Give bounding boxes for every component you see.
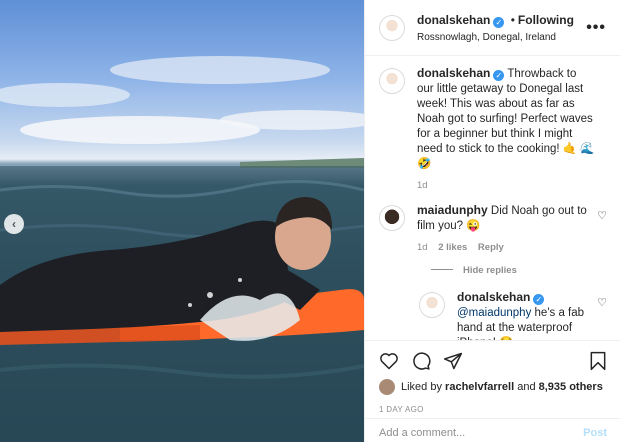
- comment-input[interactable]: [379, 426, 584, 439]
- caption-text: Throwback to our little getaway to Doneg…: [417, 68, 595, 170]
- post-media[interactable]: ‹: [0, 0, 364, 442]
- bookmark-icon[interactable]: [589, 351, 607, 371]
- reply-username[interactable]: donalskehan: [457, 290, 530, 304]
- caption: donalskehan ✓ Throwback to our little get…: [379, 66, 607, 193]
- liker-username[interactable]: rachelvfarrell: [445, 381, 514, 393]
- liker-avatar[interactable]: [379, 379, 395, 395]
- like-comment-heart-icon[interactable]: ♡: [597, 209, 607, 222]
- comment-icon[interactable]: [411, 351, 431, 371]
- post-button[interactable]: Post: [583, 427, 607, 439]
- post-header: donalskehan ✓ • Following Rossnowlagh, Don…: [365, 0, 620, 56]
- likes-and: and: [514, 381, 539, 393]
- post-sidebar: donalskehan ✓ • Following Rossnowlagh, Don…: [364, 0, 620, 442]
- verified-icon: ✓: [493, 16, 505, 28]
- comment-likes[interactable]: 2 likes: [438, 242, 467, 253]
- share-icon[interactable]: [443, 351, 463, 371]
- following-button[interactable]: Following: [518, 13, 574, 27]
- avatar[interactable]: [419, 292, 445, 318]
- caption-time[interactable]: 1d: [417, 180, 428, 191]
- like-comment-heart-icon[interactable]: ♡: [597, 296, 607, 309]
- avatar[interactable]: [379, 14, 405, 41]
- post-timestamp[interactable]: 1 DAY AGO: [379, 405, 607, 414]
- verified-icon: ✓: [533, 294, 545, 305]
- more-options-icon[interactable]: •••: [586, 19, 606, 37]
- reply-button[interactable]: Reply: [478, 242, 504, 253]
- header-username[interactable]: donalskehan: [417, 13, 490, 27]
- separator: •: [510, 12, 515, 27]
- location-link[interactable]: Rossnowlagh, Donegal, Ireland: [417, 32, 586, 43]
- hide-replies-button[interactable]: Hide replies: [431, 265, 607, 276]
- divider: [431, 269, 453, 270]
- avatar[interactable]: [379, 68, 405, 94]
- comments-list[interactable]: donalskehan ✓ Throwback to our little get…: [365, 56, 620, 340]
- add-comment-bar: Post: [365, 418, 620, 442]
- reply-mention[interactable]: @maiadunphy: [457, 307, 531, 319]
- comment-username[interactable]: maiadunphy: [417, 203, 488, 217]
- likes-prefix: Liked by: [401, 381, 442, 393]
- comment-time[interactable]: 1d: [417, 242, 428, 253]
- verified-icon: ✓: [493, 70, 505, 81]
- avatar[interactable]: [379, 205, 405, 231]
- likes-count[interactable]: 8,935 others: [539, 381, 603, 393]
- reply-item: donalskehan ✓ @maiadunphy he's a fab hand…: [419, 290, 607, 340]
- surf-photo: [0, 56, 364, 442]
- previous-arrow-icon[interactable]: ‹: [4, 214, 24, 234]
- comment-item: maiadunphy Did Noah go out to film you? …: [379, 203, 607, 255]
- caption-username[interactable]: donalskehan: [417, 66, 490, 80]
- likes-summary: Liked by rachelvfarrell and 8,935 others: [379, 379, 607, 395]
- action-bar: Liked by rachelvfarrell and 8,935 others…: [365, 340, 620, 414]
- hide-replies-label: Hide replies: [463, 265, 517, 276]
- heart-icon[interactable]: [379, 351, 399, 371]
